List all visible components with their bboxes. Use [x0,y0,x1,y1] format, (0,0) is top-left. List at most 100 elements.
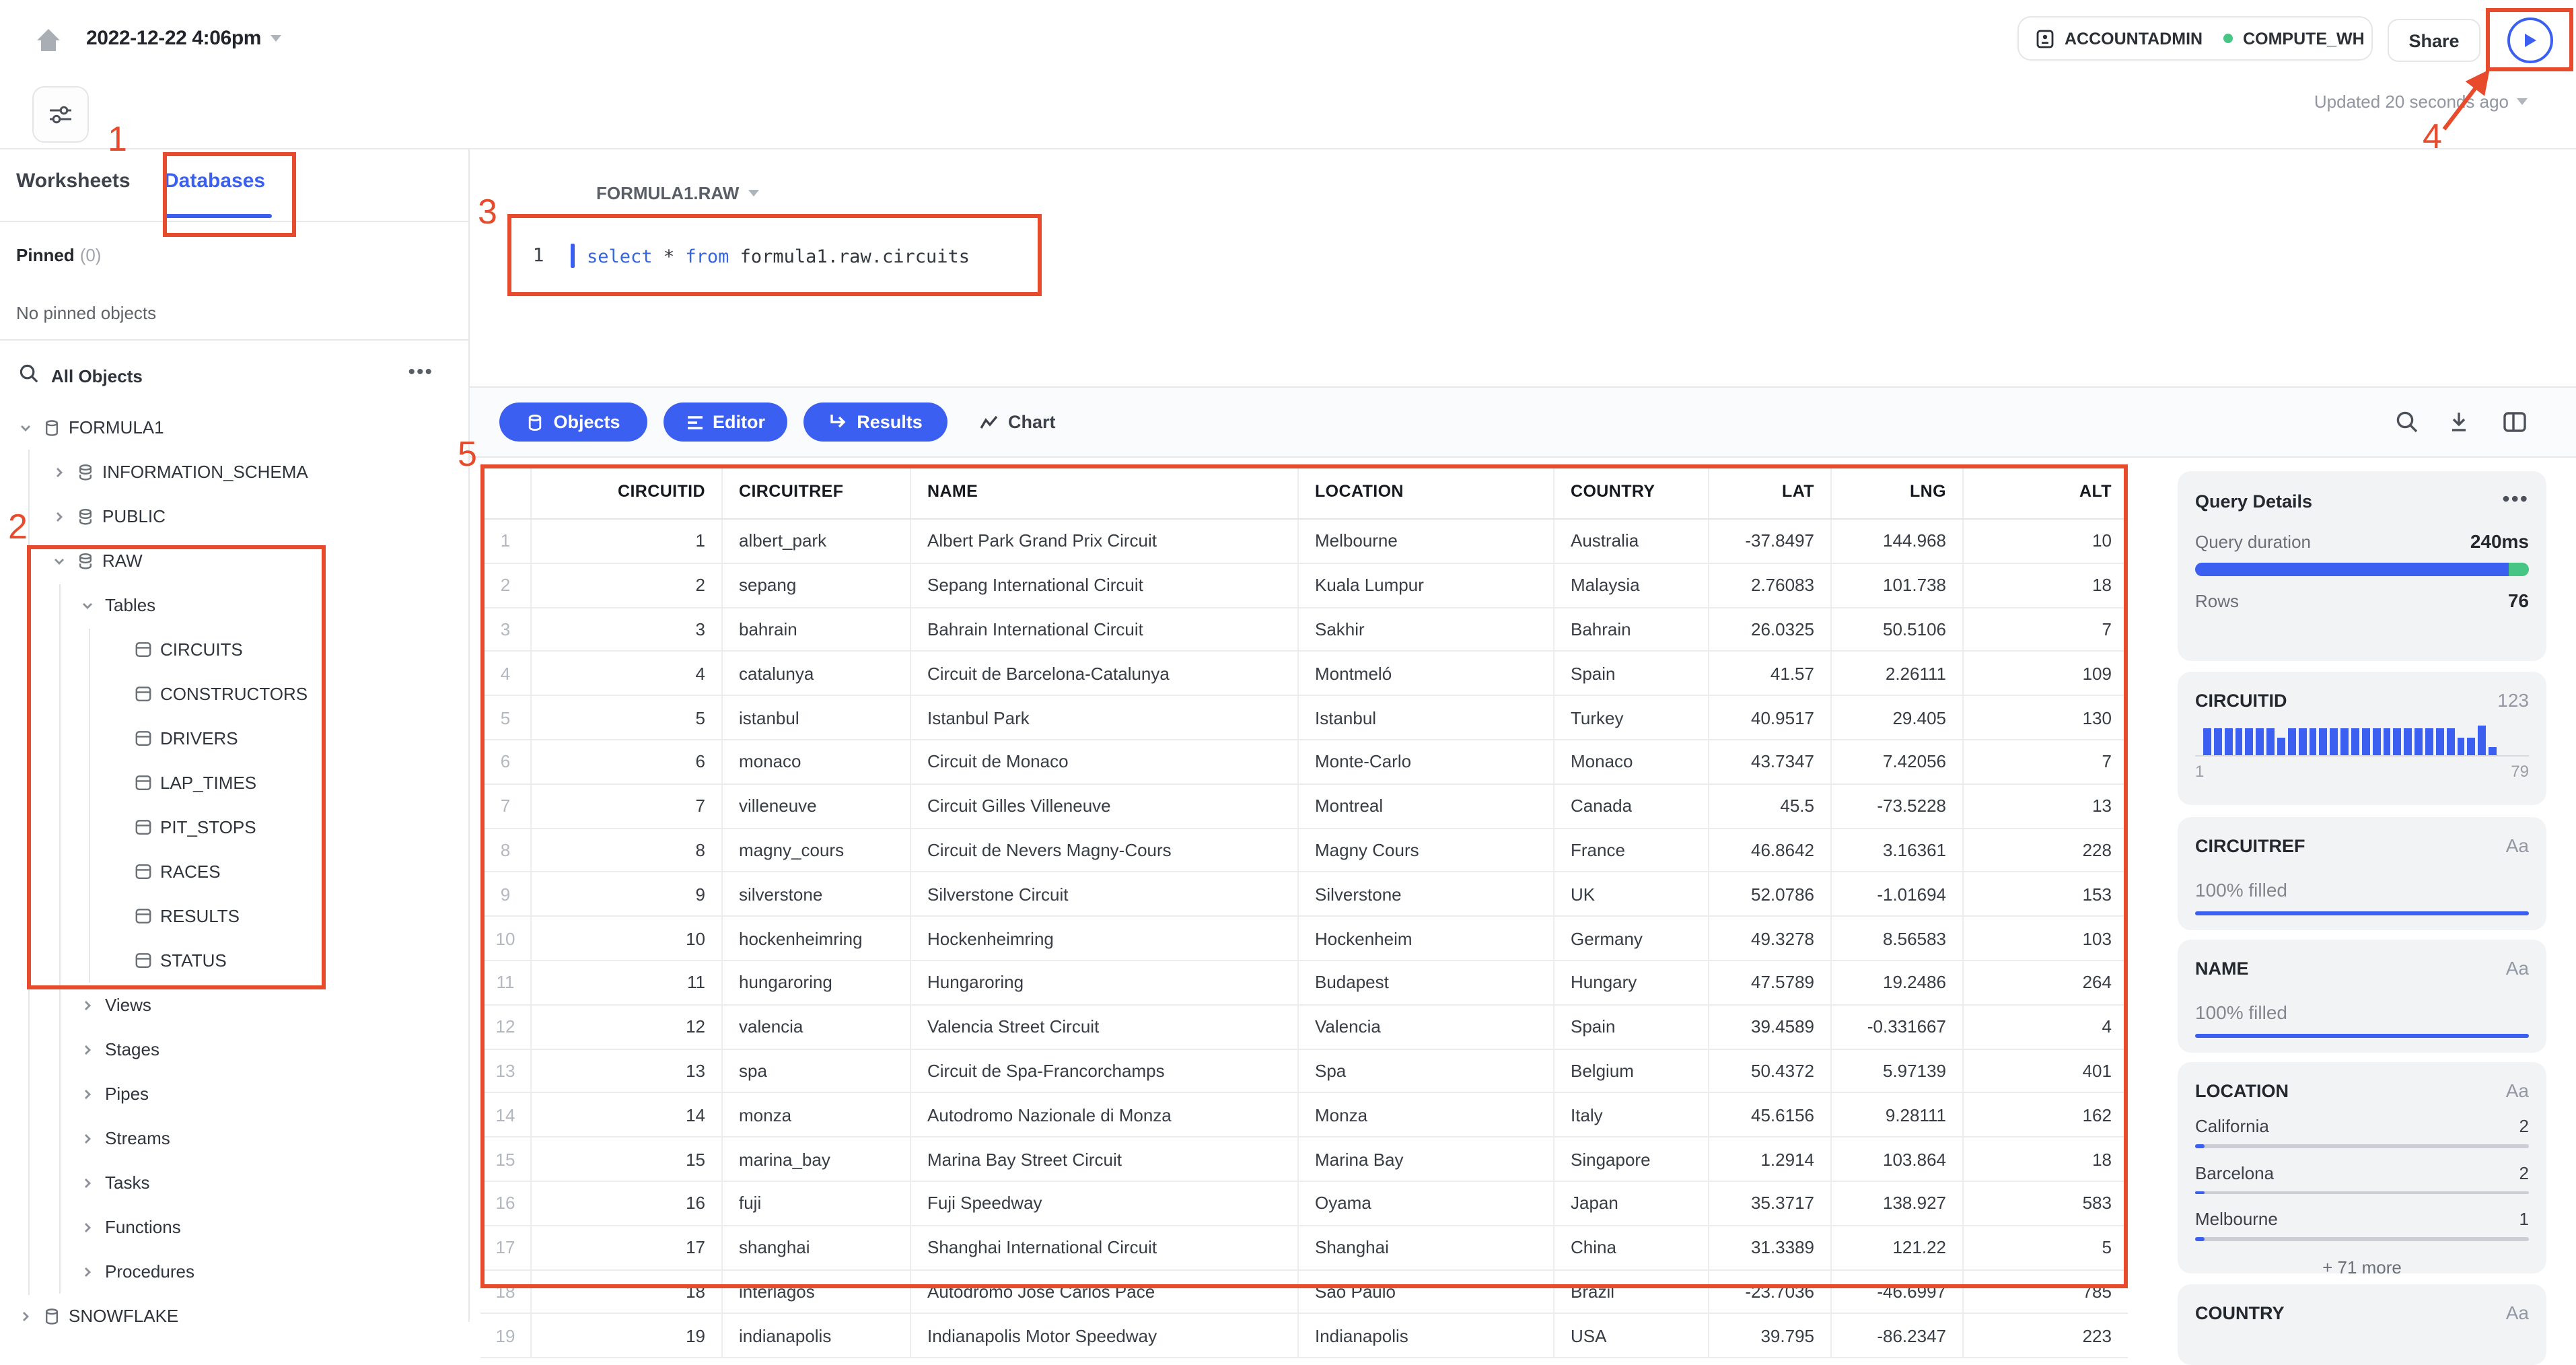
split-panel-button[interactable] [2502,409,2526,433]
table-row[interactable]: 7 7 villeneuve Circuit Gilles Villeneuve Mon… [480,784,2128,829]
cell: 19.2486 [1832,960,1964,1004]
tree-item-drivers[interactable]: DRIVERS [0,716,468,761]
chevron-right-icon[interactable] [19,1309,32,1323]
tree-item-results[interactable]: RESULTS [0,894,468,938]
chevron-down-icon[interactable] [81,598,94,612]
tree-item-views[interactable]: Views [0,983,468,1027]
table-row[interactable]: 18 18 interlagos Autódromo José Carlos Pace… [480,1270,2128,1315]
sql-text: * [652,246,686,268]
chevron-right-icon[interactable] [81,1043,94,1056]
table-row[interactable]: 6 6 monaco Circuit de Monaco Monte-Carlo Mona… [480,740,2128,785]
role-name: ACCOUNTADMIN [2065,29,2203,48]
tree-item-procedures[interactable]: Procedures [0,1249,468,1294]
worksheet-title-menu[interactable]: 2022-12-22 4:06pm [86,27,282,50]
column-type-badge: Aa [2505,1302,2529,1323]
chevron-right-icon[interactable] [52,510,66,523]
tree-item-stages[interactable]: Stages [0,1027,468,1072]
column-header-COUNTRY[interactable]: COUNTRY [1554,464,1709,518]
annotation-arrow-4 [2442,69,2490,131]
column-card-circuitref: CIRCUITREF Aa 100% filled [2178,817,2546,930]
cell: Bahrain [1554,608,1709,651]
toggle-results[interactable]: Results [803,403,947,442]
tree-item-raw[interactable]: RAW [0,538,468,583]
tree-item-streams[interactable]: Streams [0,1116,468,1160]
tree-item-functions[interactable]: Functions [0,1205,468,1249]
table-row[interactable]: 3 3 bahrain Bahrain International Circuit Sa… [480,608,2128,652]
cell: 7 [532,784,723,828]
column-header-rownum[interactable] [480,464,532,518]
tab-databases[interactable]: Databases [164,170,265,193]
column-header-CIRCUITID[interactable]: CIRCUITID [532,464,723,518]
tree-item-tables[interactable]: Tables [0,583,468,627]
tree-item-pipes[interactable]: Pipes [0,1072,468,1116]
run-query-button[interactable] [2507,17,2552,63]
table-row[interactable]: 14 14 monza Autodromo Nazionale di Monza Mon… [480,1093,2128,1138]
tree-item-constructors[interactable]: CONSTRUCTORS [0,672,468,716]
sidebar-more-menu[interactable]: ••• [408,361,433,384]
table-row[interactable]: 10 10 hockenheimring Hockenheimring Hockenhe… [480,917,2128,961]
column-header-LOCATION[interactable]: LOCATION [1299,464,1554,518]
table-row[interactable]: 15 15 marina_bay Marina Bay Street Circuit M… [480,1138,2128,1182]
table-row[interactable]: 13 13 spa Circuit de Spa-Francorchamps Spa Be… [480,1049,2128,1094]
table-row[interactable]: 9 9 silverstone Silverstone Circuit Silverst… [480,872,2128,917]
session-context-button[interactable]: ACCOUNTADMIN COMPUTE_WH [2017,16,2373,61]
chevron-down-icon[interactable] [52,554,66,567]
tree-item-formula1[interactable]: FORMULA1 [0,405,468,450]
table-row[interactable]: 8 8 magny_cours Circuit de Nevers Magny-Cou… [480,829,2128,873]
search-results-button[interactable] [2394,409,2419,433]
tab-chart[interactable]: Chart [980,403,1056,442]
table-row[interactable]: 16 16 fuji Fuji Speedway Oyama Japan 35.3717 13… [480,1181,2128,1226]
table-row[interactable]: 11 11 hungaroring Hungaroring Budapest Hungar… [480,960,2128,1006]
table-row[interactable]: 17 17 shanghai Shanghai International Circu… [480,1226,2128,1271]
table-row[interactable]: 19 19 indianapolis Indianapolis Motor Speed… [480,1314,2128,1359]
chevron-right-icon[interactable] [81,1131,94,1145]
download-results-button[interactable] [2447,409,2471,433]
chevron-right-icon[interactable] [52,465,66,479]
object-search[interactable]: All Objects ••• [0,358,468,396]
tree-item-pit_stops[interactable]: PIT_STOPS [0,805,468,849]
column-header-LAT[interactable]: LAT [1709,464,1832,518]
table-row[interactable]: 5 5 istanbul Istanbul Park Istanbul Turkey 40.… [480,696,2128,740]
column-header-LNG[interactable]: LNG [1832,464,1964,518]
tree-item-races[interactable]: RACES [0,849,468,894]
cell: -86.2347 [1832,1314,1964,1358]
column-header-NAME[interactable]: NAME [911,464,1299,518]
share-button[interactable]: Share [2388,19,2480,62]
column-header-ALT[interactable]: ALT [1964,464,2128,518]
chevron-right-icon[interactable] [81,1087,94,1100]
column-header-CIRCUITREF[interactable]: CIRCUITREF [723,464,911,518]
toggle-editor[interactable]: Editor [664,403,787,442]
tree-item-label: Tasks [105,1172,150,1193]
table-row[interactable]: 2 2 sepang Sepang International Circuit Kual… [480,563,2128,608]
home-button[interactable] [30,22,67,59]
editor-context-selector[interactable]: FORMULA1.RAW [596,183,760,203]
chevron-right-icon[interactable] [81,1220,94,1234]
cell: Monza [1299,1093,1554,1137]
table-row[interactable]: 1 1 albert_park Albert Park Grand Prix Circ… [480,520,2128,564]
tree-item-circuits[interactable]: CIRCUITS [0,627,468,672]
cell: 223 [2082,1325,2112,1346]
column-type-badge: Aa [2505,957,2529,979]
cell: 45.5 [1709,784,1832,828]
query-details-menu[interactable]: ••• [2502,489,2529,513]
tree-item-tasks[interactable]: Tasks [0,1160,468,1205]
chevron-right-icon[interactable] [81,998,94,1012]
cell: Spain [1554,652,1709,695]
chevron-down-icon[interactable] [19,421,32,434]
chevron-right-icon[interactable] [81,1176,94,1189]
toggle-objects[interactable]: Objects [499,403,647,442]
tree-item-snowflake[interactable]: SNOWFLAKE [0,1294,468,1338]
sql-statement[interactable]: select * from formula1.raw.circuits [587,246,970,268]
tree-item-status[interactable]: STATUS [0,938,468,983]
tab-worksheets[interactable]: Worksheets [16,170,131,193]
cell: 9 [480,872,532,916]
more-values-link[interactable]: + 71 more [2195,1257,2529,1277]
table-row[interactable]: 12 12 valencia Valencia Street Circuit Valen… [480,1005,2128,1050]
cell: Bahrain International Circuit [911,608,1299,651]
tree-item-lap_times[interactable]: LAP_TIMES [0,761,468,805]
chevron-right-icon[interactable] [81,1265,94,1278]
tree-item-public[interactable]: PUBLIC [0,494,468,538]
table-row[interactable]: 4 4 catalunya Circuit de Barcelona-Cataluny… [480,652,2128,697]
tree-item-information_schema[interactable]: INFORMATION_SCHEMA [0,450,468,494]
filters-button[interactable] [32,86,89,143]
